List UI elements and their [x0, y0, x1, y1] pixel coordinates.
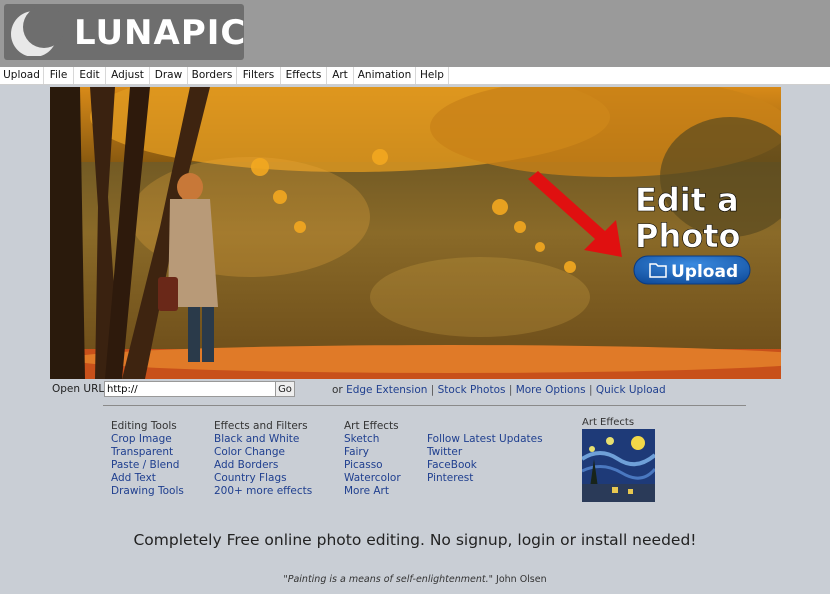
tagline: Completely Free online photo editing. No… [133, 531, 697, 549]
hero-banner[interactable]: Edit a Photo Upload [50, 87, 781, 379]
open-url-input[interactable] [104, 381, 276, 397]
color-change-link[interactable]: Color Change [214, 446, 312, 459]
editing-tools-column: Editing Tools Crop Image Transparent Pas… [111, 420, 184, 498]
twitter-link[interactable]: Twitter [427, 446, 543, 459]
hero-title-line2: Photo [635, 217, 741, 255]
quick-links: or Edge Extension | Stock Photos | More … [332, 384, 666, 396]
separator: | [588, 384, 593, 396]
divider [103, 405, 746, 406]
open-url-bar: Open URL: Go or Edge Extension | Stock P… [50, 381, 781, 399]
crop-image-link[interactable]: Crop Image [111, 433, 184, 446]
menu-help[interactable]: Help [416, 67, 449, 84]
watercolor-link[interactable]: Watercolor [344, 472, 401, 485]
menu-edit[interactable]: Edit [74, 67, 106, 84]
menu-effects[interactable]: Effects [281, 67, 327, 84]
menu-bar: Upload File Edit Adjust Draw Borders Fil… [0, 67, 830, 85]
menu-upload[interactable]: Upload [0, 67, 44, 84]
menu-borders[interactable]: Borders [188, 67, 237, 84]
go-button[interactable]: Go [275, 381, 295, 397]
quote: "Painting is a means of self-enlightenme… [0, 574, 830, 585]
fairy-link[interactable]: Fairy [344, 446, 401, 459]
edge-extension-link[interactable]: Edge Extension [346, 384, 427, 396]
menu-animation[interactable]: Animation [354, 67, 416, 84]
logo-text: LUNAPIC [74, 13, 247, 53]
column-heading: Art Effects [344, 420, 399, 432]
site-header: LUNAPIC [0, 0, 830, 67]
menu-art[interactable]: Art [327, 67, 354, 84]
add-borders-link[interactable]: Add Borders [214, 459, 312, 472]
social-column: Follow Latest Updates Twitter FaceBook P… [427, 433, 543, 485]
black-and-white-link[interactable]: Black and White [214, 433, 312, 446]
menu-adjust[interactable]: Adjust [106, 67, 150, 84]
column-heading: Editing Tools [111, 420, 177, 432]
lunapic-logo[interactable]: LUNAPIC [4, 4, 247, 60]
more-effects-link[interactable]: 200+ more effects [214, 485, 312, 498]
pinterest-link[interactable]: Pinterest [427, 472, 543, 485]
facebook-link[interactable]: FaceBook [427, 459, 543, 472]
separator: | [508, 384, 513, 396]
hero-upload-label: Upload [671, 262, 738, 282]
hero-title-line1: Edit a [635, 181, 739, 219]
picasso-link[interactable]: Picasso [344, 459, 401, 472]
stock-photos-link[interactable]: Stock Photos [438, 384, 506, 396]
menu-filters[interactable]: Filters [237, 67, 281, 84]
follow-updates-link[interactable]: Follow Latest Updates [427, 433, 543, 446]
country-flags-link[interactable]: Country Flags [214, 472, 312, 485]
more-art-link[interactable]: More Art [344, 485, 401, 498]
quick-upload-link[interactable]: Quick Upload [596, 384, 666, 396]
menu-file[interactable]: File [44, 67, 74, 84]
separator: | [430, 384, 435, 396]
column-heading: Effects and Filters [214, 420, 308, 432]
open-url-label: Open URL: [52, 383, 108, 395]
menu-draw[interactable]: Draw [150, 67, 188, 84]
effects-filters-column: Effects and Filters Black and White Colo… [214, 420, 312, 498]
art-effects-column: Art Effects Sketch Fairy Picasso Waterco… [344, 420, 401, 498]
more-options-link[interactable]: More Options [516, 384, 586, 396]
drawing-tools-link[interactable]: Drawing Tools [111, 485, 184, 498]
hero-upload-button[interactable]: Upload [633, 255, 751, 285]
sketch-link[interactable]: Sketch [344, 433, 401, 446]
autumn-lake-photo: Edit a Photo Upload [50, 87, 781, 379]
moon-logo-icon [11, 8, 64, 56]
transparent-link[interactable]: Transparent [111, 446, 184, 459]
starry-night-thumbnail[interactable] [582, 429, 655, 502]
add-text-link[interactable]: Add Text [111, 472, 184, 485]
quote-text: "Painting is a means of self-enlightenme… [283, 574, 493, 585]
links-prefix: or [332, 384, 343, 396]
paste-blend-link[interactable]: Paste / Blend [111, 459, 184, 472]
art-effects-label: Art Effects [582, 417, 635, 428]
quote-author: John Olsen [496, 574, 547, 585]
